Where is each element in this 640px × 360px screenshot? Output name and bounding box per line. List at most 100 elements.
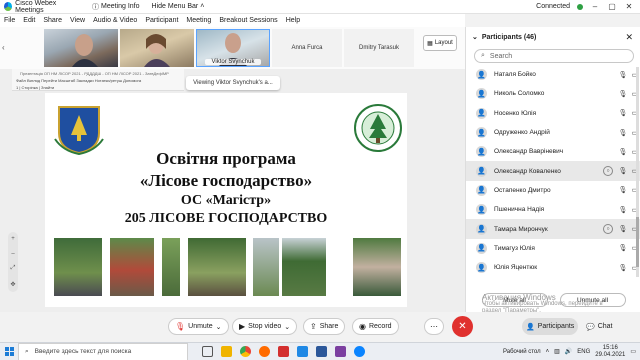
chevron-down-icon[interactable]: ⌄	[472, 33, 478, 41]
slide-photo	[252, 237, 280, 297]
menu-edit[interactable]: Edit	[22, 17, 36, 24]
participant-row[interactable]: 👤 Тамара Мирончук ○ 🎙 ▭	[466, 219, 640, 239]
slide-title-line-3: ОС «Магістр»	[180, 193, 272, 208]
muted-mic-icon[interactable]: 🎙	[617, 148, 629, 156]
participants-panel: ⌄ Participants (46) ✕ ⌕ Search 👤 Наталя …	[465, 27, 640, 312]
participant-name: Олександр Вавріневич	[494, 148, 564, 156]
muted-mic-icon[interactable]: 🎙	[617, 167, 629, 175]
muted-mic-icon[interactable]: 🎙	[617, 186, 629, 194]
volume-icon[interactable]: 🔊	[565, 348, 572, 355]
participant-list-scrollbar[interactable]	[636, 67, 639, 277]
clock[interactable]: 15:16 29.04.2021	[595, 345, 625, 359]
muted-mic-icon[interactable]: 🎙	[617, 109, 629, 117]
network-icon[interactable]: ▥	[554, 348, 560, 355]
muted-mic-icon[interactable]: 🎙	[617, 264, 629, 272]
layout-icon: ▦	[427, 40, 433, 47]
video-tile[interactable]: Anna Furca	[272, 29, 342, 67]
close-panel-icon[interactable]: ✕	[625, 32, 633, 43]
tile-label: Viktor Svynchuk	[205, 59, 261, 65]
menu-participant[interactable]: Participant	[144, 17, 179, 24]
zoom-in-icon[interactable]: +	[11, 236, 15, 242]
viewing-banner[interactable]: Viewing Viktor Svynchuk's a...	[186, 76, 280, 90]
participant-search-input[interactable]: ⌕ Search	[474, 49, 634, 63]
meeting-toolbar: 🎙 Unmute ⌄ ▶ Stop video ⌄ ⇪ Share ◉ Reco…	[0, 312, 640, 342]
menu-share[interactable]: Share	[42, 17, 63, 24]
stop-video-button[interactable]: ▶ Stop video ⌄	[232, 318, 298, 335]
muted-mic-icon[interactable]: 🎙	[617, 129, 629, 137]
app-icon[interactable]	[278, 346, 289, 357]
menu-meeting[interactable]: Meeting	[185, 17, 212, 24]
app-icon[interactable]	[297, 346, 308, 357]
zoom-out-icon[interactable]: –	[11, 251, 14, 257]
share-button[interactable]: ⇪ Share	[303, 318, 346, 335]
scrollbar-thumb[interactable]	[636, 217, 639, 267]
chat-bubble-icon[interactable]: ○	[603, 166, 613, 177]
title-bar: Cisco Webex Meetings ⓘ Meeting Info Hide…	[0, 0, 640, 14]
video-tile[interactable]	[44, 29, 118, 67]
presentation-slide: Освітня програма «Лісове господарство» О…	[45, 93, 407, 307]
participant-row[interactable]: 👤 Николь Соломко 🎙 ▭	[466, 84, 640, 103]
close-icon[interactable]: ✕	[624, 2, 634, 11]
video-tile[interactable]	[120, 29, 194, 67]
participant-row[interactable]: 👤 Носенко Юлія 🎙 ▭	[466, 104, 640, 123]
minimize-icon[interactable]: –	[590, 2, 600, 11]
start-button[interactable]	[0, 343, 18, 360]
participant-row[interactable]: 👤 Остапенко Дмитро 🎙 ▭	[466, 181, 640, 200]
share-label: Share	[319, 323, 339, 330]
participant-name: Николь Соломко	[494, 90, 545, 98]
file-explorer-icon[interactable]	[221, 346, 232, 357]
muted-mic-icon[interactable]: 🎙	[617, 225, 629, 233]
app-icon[interactable]	[335, 346, 346, 357]
participant-row[interactable]: 👤 Олександр Вавріневич 🎙 ▭	[466, 142, 640, 161]
participant-name: Пшенична Надія	[494, 206, 545, 214]
participant-row[interactable]: 👤 Тимагуз Юлія 🎙 ▭	[466, 239, 640, 258]
muted-mic-icon[interactable]: 🎙	[617, 206, 629, 214]
unmute-button[interactable]: 🎙 Unmute ⌄	[168, 318, 229, 335]
participant-row[interactable]: 👤 Наталя Бойко 🎙 ▭	[466, 65, 640, 84]
end-call-icon[interactable]: ✕	[452, 316, 473, 337]
layout-button[interactable]: ▦ Layout	[423, 35, 457, 51]
video-tile[interactable]: Dmitry Tarasuk	[344, 29, 414, 67]
participant-row[interactable]: 👤 Одруженко Андрій 🎙 ▭	[466, 123, 640, 142]
muted-mic-icon[interactable]: 🎙	[617, 90, 629, 98]
hide-menu-bar-button[interactable]: Hide Menu Bar ˄	[152, 3, 205, 10]
participant-row[interactable]: 👤 Олександр Коваленко ○ 🎙 ▭	[466, 161, 640, 181]
chevron-up-icon[interactable]: ˄	[546, 349, 550, 355]
language-indicator[interactable]: ENG	[577, 349, 590, 355]
video-camera-icon: ▶	[239, 322, 246, 331]
notifications-icon[interactable]: ▭	[630, 348, 636, 355]
desktop-label[interactable]: Рабочий стол	[503, 349, 541, 355]
firefox-icon[interactable]	[259, 346, 270, 357]
watermark-line: Активация Windows	[482, 293, 556, 302]
menu-file[interactable]: File	[3, 17, 16, 24]
participant-video-icon	[72, 34, 98, 67]
chrome-icon[interactable]	[240, 346, 251, 357]
webex-taskbar-icon[interactable]	[354, 346, 365, 357]
pan-icon[interactable]: ✥	[10, 281, 15, 288]
search-icon: ⌕	[25, 347, 29, 355]
participant-row[interactable]: 👤 Юлія Яцентюк 🎙 ▭	[466, 258, 640, 277]
video-tile-active-speaker[interactable]: Viktor Svynchuk	[196, 29, 270, 67]
muted-mic-icon[interactable]: 🎙	[617, 71, 629, 79]
participant-name: Тимагуз Юлія	[494, 244, 535, 252]
menu-audio-video[interactable]: Audio & Video	[92, 17, 138, 24]
fit-icon[interactable]: ⤢	[11, 265, 16, 272]
strip-left-arrow-icon[interactable]: ‹	[2, 43, 5, 52]
record-button[interactable]: ◉ Record	[352, 318, 399, 335]
document-viewer-bar: Презентація ОП НМ ЛІСОР 2021 - РДДДДШ - …	[12, 69, 184, 91]
muted-mic-icon[interactable]: 🎙	[617, 244, 629, 252]
chat-bubble-icon[interactable]: ○	[603, 224, 613, 235]
menu-breakout-sessions[interactable]: Breakout Sessions	[218, 17, 278, 24]
more-options-icon[interactable]: ⋯	[424, 318, 444, 335]
menu-view[interactable]: View	[69, 17, 86, 24]
participant-row[interactable]: 👤 Пшенична Надія 🎙 ▭	[466, 200, 640, 219]
chat-button[interactable]: 💬 Chat	[582, 318, 617, 335]
menu-help[interactable]: Help	[285, 17, 301, 24]
word-icon[interactable]	[316, 346, 327, 357]
participants-button[interactable]: 👤 Participants	[522, 318, 579, 335]
maximize-icon[interactable]: ▢	[607, 2, 617, 11]
slide-photo	[161, 237, 181, 297]
meeting-info-button[interactable]: ⓘ Meeting Info	[92, 2, 140, 12]
task-view-icon[interactable]	[202, 346, 213, 357]
taskbar-search-input[interactable]: ⌕ Введите здесь текст для поиска	[18, 342, 188, 360]
